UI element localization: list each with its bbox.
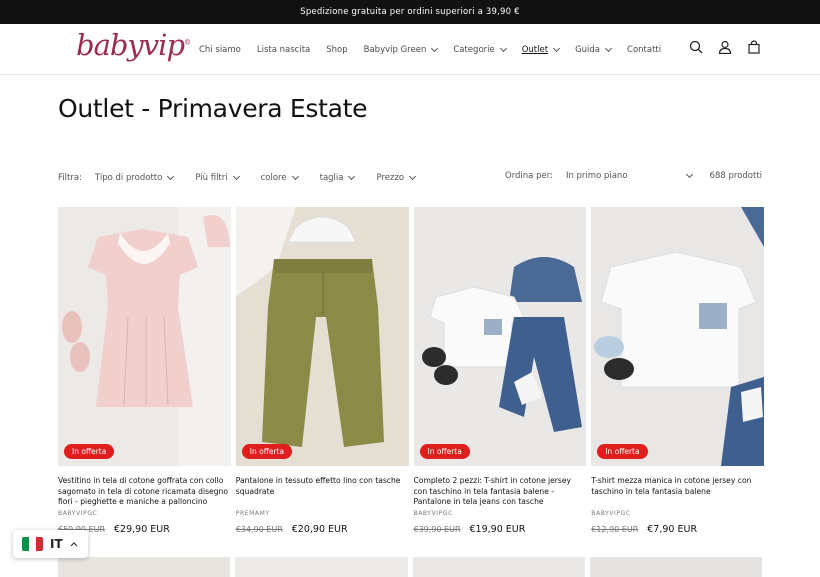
chevron-down-icon — [431, 44, 439, 52]
product-image[interactable]: In offerta — [235, 207, 409, 466]
logo-text: babyvip — [76, 28, 185, 62]
product-title[interactable]: Vestitino in tela di cotone goffrata con… — [58, 476, 231, 508]
old-price: €39,90 EUR — [413, 525, 461, 534]
product-image[interactable]: In offerta — [413, 207, 587, 466]
filter-prezzo[interactable]: Prezzo — [376, 172, 417, 183]
main-nav: Chi siamo Lista nascita Shop Babyvip Gre… — [199, 24, 677, 75]
chevron-down-icon — [348, 172, 356, 181]
product-image[interactable] — [412, 557, 585, 577]
announcement-text: Spedizione gratuita per ordini superiori… — [300, 7, 520, 17]
sort-select[interactable]: In primo piano — [566, 170, 693, 181]
language-selector[interactable]: IT — [13, 530, 88, 558]
chevron-down-icon — [553, 44, 561, 52]
chevron-down-icon — [167, 172, 175, 181]
product-image[interactable]: In offerta — [591, 207, 764, 466]
nav-item-babyvip-green[interactable]: Babyvip Green — [364, 44, 439, 55]
filter-colore[interactable]: colore — [261, 172, 299, 183]
product-grid-row-2 — [58, 557, 762, 577]
cart-icon[interactable] — [746, 39, 762, 55]
filter-piu-filtri[interactable]: Più filtri — [195, 172, 240, 183]
product-vendor: BABYVIPGC — [591, 510, 631, 517]
chevron-down-icon — [685, 170, 693, 179]
language-code: IT — [50, 537, 63, 551]
product-image[interactable] — [589, 557, 762, 577]
nav-item-shop[interactable]: Shop — [326, 45, 347, 55]
chevron-down-icon — [499, 44, 507, 52]
flag-stripe-green — [22, 537, 29, 551]
nav-item-contatti[interactable]: Contatti — [627, 45, 661, 55]
chevron-down-icon — [232, 172, 240, 181]
product-card[interactable]: In offerta Completo 2 pezzi: T-shirt in … — [413, 207, 587, 535]
sort-control: Ordina per: In primo piano — [505, 170, 693, 181]
chevron-down-icon — [604, 44, 613, 52]
sale-badge: In offerta — [241, 444, 293, 459]
filter-tipo-prodotto[interactable]: Tipo di prodotto — [95, 172, 175, 183]
product-vendor: BABYVIPGC — [58, 510, 98, 517]
nav-item-lista-nascita[interactable]: Lista nascita — [257, 45, 310, 55]
product-card[interactable]: In offerta Pantalone in tessuto effetto … — [235, 207, 409, 535]
sale-price: €20,90 EUR — [291, 524, 348, 535]
product-grid: In offerta Vestitino in tela di cotone g… — [58, 207, 764, 535]
search-icon[interactable] — [688, 39, 704, 55]
chevron-down-icon — [409, 172, 417, 181]
nav-item-categorie[interactable]: Categorie — [453, 44, 507, 55]
filter-taglia[interactable]: taglia — [320, 172, 356, 183]
site-header: babyvip® Chi siamo Lista nascita Shop Ba… — [0, 24, 820, 75]
chevron-up-icon — [70, 542, 78, 547]
sale-badge: In offerta — [597, 444, 648, 459]
sale-badge: In offerta — [64, 444, 115, 459]
old-price: €12,90 EUR — [591, 525, 639, 534]
product-image[interactable] — [235, 557, 408, 577]
flag-stripe-red — [36, 537, 43, 551]
product-vendor: BABYVIPGC — [413, 510, 453, 517]
italy-flag-icon — [22, 537, 43, 551]
product-image[interactable] — [58, 557, 231, 577]
sale-badge: In offerta — [419, 444, 470, 459]
sale-price: €7,90 EUR — [647, 524, 698, 535]
sale-price: €29,90 EUR — [114, 524, 170, 535]
account-icon[interactable] — [717, 39, 733, 55]
nav-item-chi-siamo[interactable]: Chi siamo — [199, 45, 241, 55]
logo-mark: ® — [184, 38, 191, 47]
filter-bar: Filtra: Tipo di prodotto Più filtri colo… — [58, 170, 762, 185]
product-title[interactable]: Pantalone in tessuto effetto lino con ta… — [236, 476, 409, 508]
product-title[interactable]: Completo 2 pezzi: T-shirt in cotone jers… — [414, 476, 587, 508]
sale-price: €19,90 EUR — [469, 524, 526, 535]
chevron-down-icon — [291, 172, 299, 181]
nav-item-outlet[interactable]: Outlet — [522, 44, 561, 55]
brand-logo[interactable]: babyvip® — [76, 28, 191, 62]
sort-label: Ordina per: — [505, 171, 553, 181]
product-card[interactable]: In offerta Vestitino in tela di cotone g… — [58, 207, 231, 535]
nav-item-guida[interactable]: Guida — [575, 44, 613, 55]
product-card[interactable]: In offerta T-shirt mezza manica in coton… — [591, 207, 764, 535]
product-vendor: PREMAMY — [235, 510, 270, 517]
product-title[interactable]: T-shirt mezza manica in cotone jersey co… — [591, 476, 764, 508]
product-image[interactable]: In offerta — [58, 207, 231, 466]
product-count: 688 prodotti — [709, 171, 762, 181]
announcement-bar: Spedizione gratuita per ordini superiori… — [0, 0, 820, 24]
flag-stripe-white — [29, 537, 36, 551]
old-price: €34,90 EUR — [235, 525, 283, 534]
page-title: Outlet - Primavera Estate — [58, 94, 368, 123]
filter-label: Filtra: — [58, 173, 82, 183]
